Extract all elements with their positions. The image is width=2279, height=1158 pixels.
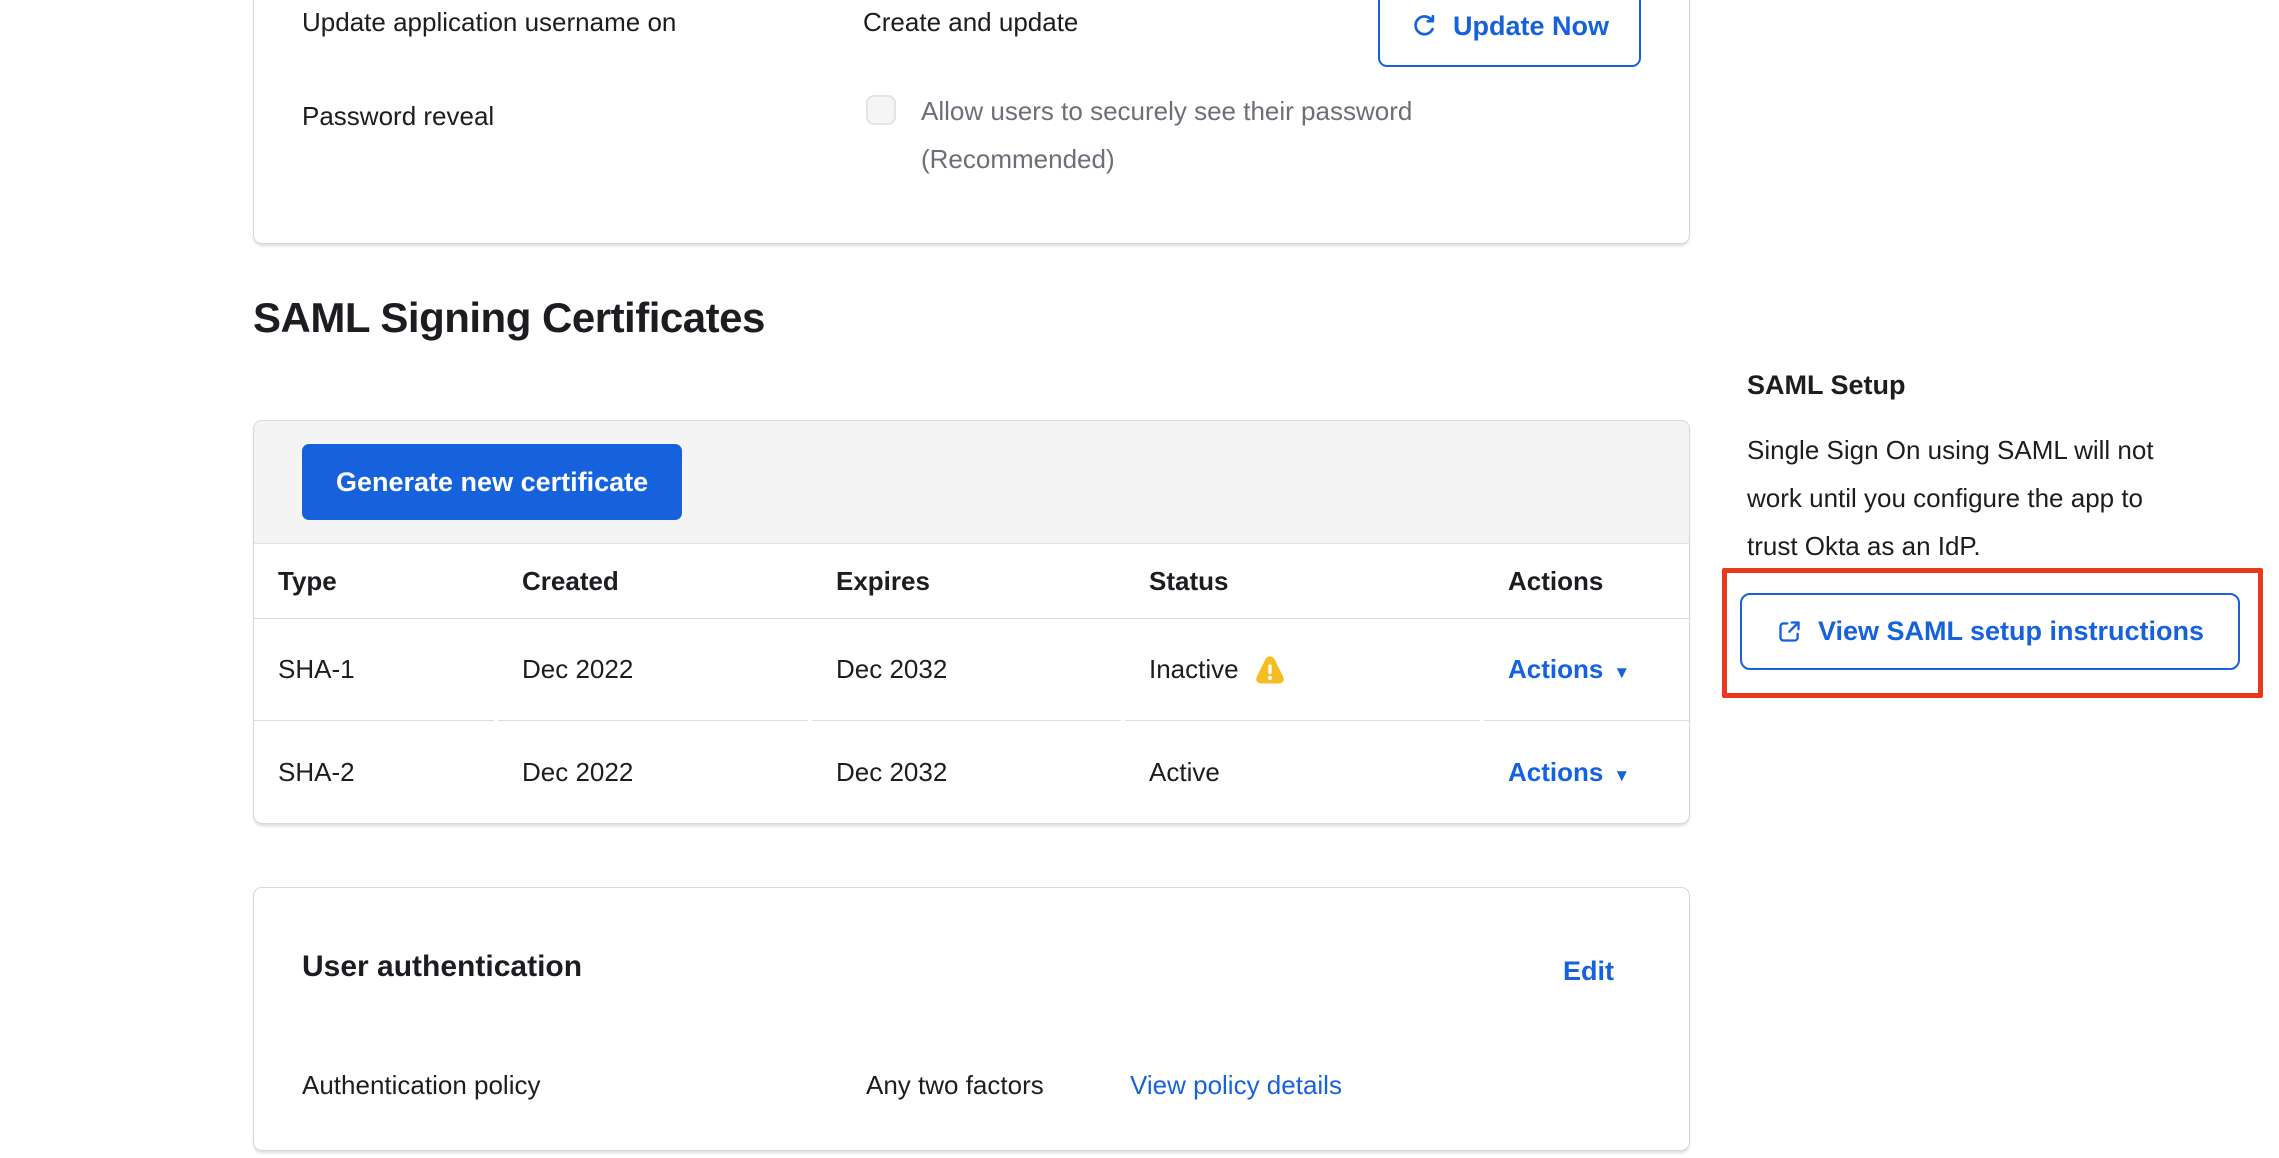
view-saml-setup-label: View SAML setup instructions (1818, 616, 2204, 647)
actions-label: Actions (1508, 654, 1603, 685)
page-title: SAML Signing Certificates (253, 294, 765, 342)
page-canvas: Update application username on Create an… (0, 0, 2279, 1158)
edit-link[interactable]: Edit (1563, 956, 1614, 987)
generate-new-certificate-button[interactable]: Generate new certificate (302, 444, 682, 520)
cell-actions: Actions ▼ (1484, 721, 1689, 823)
cell-actions: Actions ▼ (1484, 619, 1689, 721)
password-reveal-checkbox[interactable] (866, 95, 896, 125)
col-header-created: Created (498, 544, 808, 618)
cert-table-row-sha1: SHA-1 Dec 2022 Dec 2032 Inactive Actions… (254, 619, 1689, 721)
actions-dropdown[interactable]: Actions ▼ (1508, 654, 1630, 685)
view-policy-details-link[interactable]: View policy details (1130, 1068, 1342, 1102)
view-saml-setup-instructions-button[interactable]: View SAML setup instructions (1740, 593, 2240, 670)
saml-certificates-panel: Generate new certificate Type Created Ex… (253, 420, 1690, 824)
cell-type: SHA-1 (254, 619, 494, 721)
caret-down-icon: ▼ (1613, 766, 1630, 786)
warning-icon (1253, 653, 1287, 687)
actions-dropdown[interactable]: Actions ▼ (1508, 757, 1630, 788)
user-authentication-panel: User authentication Edit Authentication … (253, 887, 1690, 1151)
col-header-type: Type (254, 544, 494, 618)
cell-created: Dec 2022 (498, 721, 808, 823)
cell-expires: Dec 2032 (812, 619, 1121, 721)
col-header-actions: Actions (1484, 544, 1689, 618)
user-auth-title: User authentication (302, 950, 582, 984)
saml-setup-title: SAML Setup (1747, 370, 1906, 401)
auth-policy-label: Authentication policy (302, 1068, 540, 1102)
cert-panel-header: Generate new certificate (254, 421, 1689, 544)
update-username-value: Create and update (863, 5, 1078, 39)
auth-policy-value: Any two factors (866, 1068, 1044, 1102)
actions-label: Actions (1508, 757, 1603, 788)
refresh-icon (1410, 12, 1438, 40)
update-now-label: Update Now (1453, 11, 1609, 42)
cell-expires: Dec 2032 (812, 721, 1121, 823)
password-reveal-checkbox-label: Allow users to securely see their passwo… (921, 87, 1521, 183)
settings-panel: Update application username on Create an… (253, 0, 1690, 244)
external-link-icon (1776, 618, 1803, 645)
update-username-label: Update application username on (302, 5, 676, 39)
cell-created: Dec 2022 (498, 619, 808, 721)
cell-status: Inactive (1125, 619, 1480, 721)
col-header-status: Status (1125, 544, 1480, 618)
status-text: Inactive (1149, 654, 1239, 685)
status-text: Active (1149, 757, 1220, 788)
cell-status: Active (1125, 721, 1480, 823)
password-reveal-label: Password reveal (302, 99, 494, 133)
cell-type: SHA-2 (254, 721, 494, 823)
update-now-button[interactable]: Update Now (1378, 0, 1641, 67)
cert-table-row-sha2: SHA-2 Dec 2022 Dec 2032 Active Actions ▼ (254, 721, 1689, 823)
caret-down-icon: ▼ (1613, 663, 1630, 683)
saml-setup-description: Single Sign On using SAML will not work … (1747, 426, 2279, 570)
col-header-expires: Expires (812, 544, 1121, 618)
cert-table-header-row: Type Created Expires Status Actions (254, 544, 1689, 619)
